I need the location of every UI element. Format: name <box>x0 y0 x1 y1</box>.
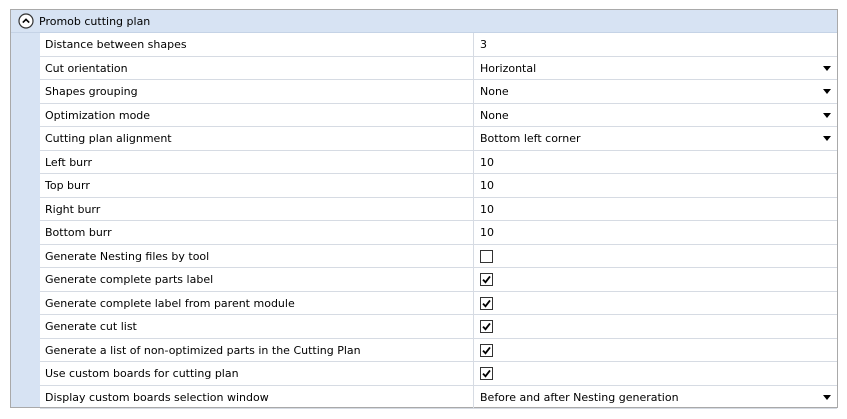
column-divider[interactable] <box>473 80 474 103</box>
category-gutter <box>11 33 40 407</box>
checkmark-icon <box>482 275 491 284</box>
category-title: Promob cutting plan <box>39 15 151 28</box>
property-dropdown-value[interactable]: Bottom left corner <box>480 127 581 150</box>
column-divider[interactable] <box>473 244 474 267</box>
property-row[interactable]: Display custom boards selection window Be… <box>40 385 837 409</box>
column-divider[interactable] <box>473 291 474 314</box>
checkmark-icon <box>482 322 491 331</box>
property-name: Generate complete parts label <box>45 273 214 286</box>
property-row[interactable]: Generate complete label from parent modu… <box>40 291 837 315</box>
property-row[interactable]: Distance between shapes 3 <box>40 33 837 57</box>
property-dropdown-value[interactable]: None <box>480 80 509 103</box>
property-dropdown-value[interactable]: Before and after Nesting generation <box>480 386 679 409</box>
category-header[interactable]: Promob cutting plan <box>11 10 837 33</box>
column-divider[interactable] <box>473 385 474 408</box>
property-checkbox[interactable] <box>480 249 493 263</box>
property-rows: Distance between shapes 3 Cut orientation H… <box>40 33 837 409</box>
column-divider[interactable] <box>473 174 474 197</box>
property-row[interactable]: Bottom burr 10 <box>40 221 837 245</box>
property-value-input[interactable]: 10 <box>480 198 494 221</box>
property-checkbox[interactable] <box>480 296 493 310</box>
property-row[interactable]: Shapes grouping None <box>40 80 837 104</box>
property-name: Shapes grouping <box>45 85 138 98</box>
property-name: Generate a list of non-optimized parts i… <box>45 343 361 357</box>
checkmark-icon <box>482 346 491 355</box>
column-divider[interactable] <box>473 33 474 56</box>
property-value-input[interactable]: 10 <box>480 151 494 174</box>
property-name: Bottom burr <box>45 226 112 239</box>
column-divider[interactable] <box>473 338 474 361</box>
column-divider[interactable] <box>473 103 474 126</box>
property-row[interactable]: Cut orientation Horizontal <box>40 56 837 80</box>
checkmark-icon <box>482 369 491 378</box>
property-name: Use custom boards for cutting plan <box>45 367 239 380</box>
property-name: Cutting plan alignment <box>45 132 172 145</box>
property-row[interactable]: Optimization mode None <box>40 103 837 127</box>
property-row[interactable]: Generate Nesting files by tool <box>40 244 837 268</box>
column-divider[interactable] <box>473 56 474 79</box>
property-name: Generate Nesting files by tool <box>45 249 210 263</box>
checkmark-icon <box>482 299 491 308</box>
property-grid: Promob cutting plan Distance between sha… <box>10 9 838 409</box>
property-name: Optimization mode <box>45 108 151 122</box>
dropdown-arrow-icon[interactable] <box>823 112 831 118</box>
property-row[interactable]: Top burr 10 <box>40 174 837 198</box>
property-row[interactable]: Generate a list of non-optimized parts i… <box>40 338 837 362</box>
column-divider[interactable] <box>473 315 474 338</box>
property-name: Cut orientation <box>45 61 128 75</box>
dropdown-arrow-icon[interactable] <box>823 89 831 94</box>
dropdown-arrow-icon[interactable] <box>823 65 831 71</box>
property-name: Distance between shapes <box>45 38 187 51</box>
dropdown-arrow-icon[interactable] <box>823 394 831 400</box>
column-divider[interactable] <box>473 197 474 220</box>
property-value-input[interactable]: 10 <box>480 221 494 244</box>
property-checkbox[interactable] <box>480 367 493 380</box>
property-name: Top burr <box>45 179 90 192</box>
property-name: Generate cut list <box>45 320 137 333</box>
property-row[interactable]: Right burr 10 <box>40 197 837 221</box>
property-checkbox[interactable] <box>480 320 493 333</box>
chevron-up-circle-icon[interactable] <box>18 13 34 29</box>
property-name: Left burr <box>45 155 92 169</box>
column-divider[interactable] <box>473 268 474 291</box>
column-divider[interactable] <box>473 362 474 385</box>
property-dropdown-value[interactable]: Horizontal <box>480 57 536 80</box>
property-row[interactable]: Cutting plan alignment Bottom left corner <box>40 127 837 151</box>
property-row[interactable]: Left burr 10 <box>40 150 837 174</box>
property-name: Display custom boards selection window <box>45 390 269 404</box>
property-checkbox[interactable] <box>480 273 493 286</box>
property-name: Generate complete label from parent modu… <box>45 296 295 310</box>
column-divider[interactable] <box>473 150 474 173</box>
property-name: Right burr <box>45 202 101 216</box>
dropdown-arrow-icon[interactable] <box>823 136 831 141</box>
property-value-input[interactable]: 3 <box>480 33 487 56</box>
property-dropdown-value[interactable]: None <box>480 104 509 127</box>
column-divider[interactable] <box>473 127 474 150</box>
column-divider[interactable] <box>473 221 474 244</box>
property-row[interactable]: Generate complete parts label <box>40 268 837 292</box>
property-checkbox[interactable] <box>480 343 493 357</box>
property-row[interactable]: Generate cut list <box>40 315 837 339</box>
property-row[interactable]: Use custom boards for cutting plan <box>40 362 837 386</box>
property-value-input[interactable]: 10 <box>480 174 494 197</box>
